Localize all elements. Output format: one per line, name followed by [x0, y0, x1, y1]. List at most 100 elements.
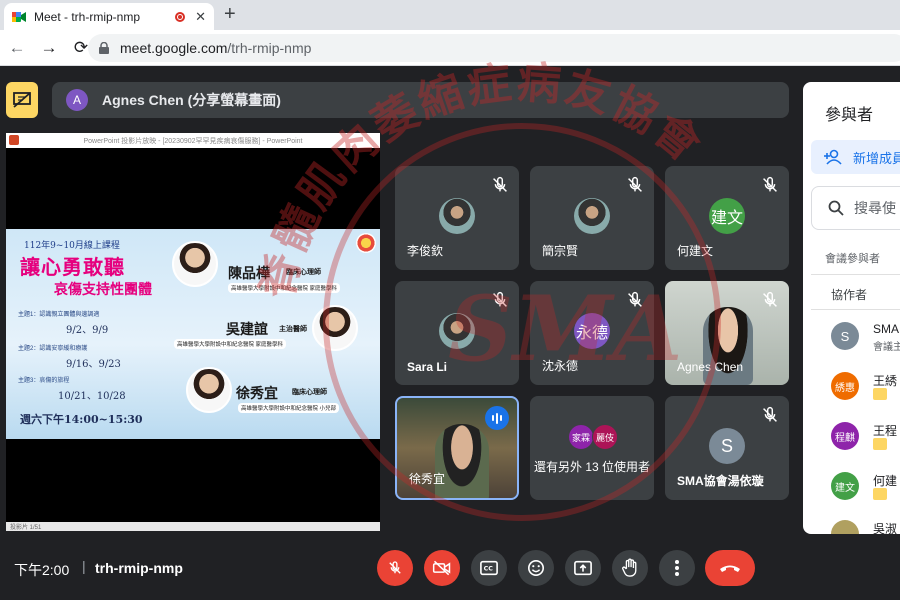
mic-toggle-button[interactable]	[377, 550, 413, 586]
lock-icon	[99, 42, 109, 54]
avatar: 綉惠	[831, 372, 859, 400]
meeting-time: 下午2:00	[14, 562, 70, 578]
browser-tab[interactable]: Meet - trh-rmip-nmp ✕	[4, 3, 214, 30]
speaker-role: 主治醫師	[279, 326, 307, 333]
avatar: 程麒	[831, 422, 859, 450]
slide-topic-2-dates: 9/16、9/23	[66, 359, 121, 370]
raise-hand-button[interactable]	[612, 550, 648, 586]
more-avatars: 家霖 麗伎	[568, 424, 618, 450]
section-label: 會議參與者	[825, 253, 880, 265]
camera-toggle-button[interactable]	[424, 550, 460, 586]
mic-off-icon	[763, 291, 777, 307]
avatar	[831, 520, 859, 534]
tab-title: Meet - trh-rmip-nmp	[34, 9, 141, 24]
back-arrow-icon[interactable]: ←	[2, 33, 32, 63]
speaker-org: 高雄醫學大學附設中和紀念醫院 家庭醫學科	[174, 339, 287, 349]
participant-name: 簡宗賢	[542, 244, 579, 258]
search-icon	[828, 200, 844, 216]
mic-off-icon	[493, 176, 507, 192]
present-screen-icon	[574, 560, 592, 576]
participant-video-tile[interactable]: 徐秀宜	[395, 396, 519, 500]
leave-call-button[interactable]	[705, 550, 755, 586]
speaker-name: 陳品樺	[228, 266, 270, 282]
slide-logo-icon	[356, 233, 376, 253]
participant-role: 會議主	[873, 342, 900, 353]
mic-off-icon	[493, 291, 507, 307]
search-participants-input[interactable]: 搜尋使	[811, 186, 900, 230]
ppt-window-title: PowerPoint 投影片放映 - [20230902罕罕見疾病哀傷服務] -…	[6, 133, 380, 148]
recording-indicator-icon	[175, 11, 186, 22]
presenting-icon	[873, 438, 887, 450]
more-options-button[interactable]	[659, 550, 695, 586]
mic-off-icon	[763, 406, 777, 422]
avatar: 家霖	[568, 424, 594, 450]
plus-icon[interactable]: +	[224, 3, 236, 26]
speaker-photo	[186, 367, 232, 413]
speaker-name: 徐秀宜	[236, 386, 278, 402]
browser-toolbar: ← → ⟳ meet.google.com/trh-rmip-nmp	[0, 30, 900, 66]
list-item[interactable]: 綉惠 王綉	[831, 366, 900, 406]
list-item[interactable]: 建文 何建	[831, 466, 900, 506]
browser-tab-bar: Meet - trh-rmip-nmp ✕ +	[0, 0, 900, 30]
tab-close-icon[interactable]: ✕	[195, 9, 206, 25]
participant-tile[interactable]: 建文 何建文	[665, 166, 789, 270]
avatar	[439, 198, 475, 234]
collaborators-header[interactable]: 協作者	[811, 274, 900, 310]
slide-subtitle: 哀傷支持性團體	[54, 282, 152, 298]
add-person-icon	[824, 149, 842, 165]
screen-share-off-icon	[13, 92, 31, 108]
presenter-avatar: A	[66, 89, 88, 111]
powerpoint-icon	[9, 135, 19, 145]
speaker-photo	[172, 241, 218, 287]
participant-name: 吳淑	[873, 522, 898, 534]
url-text: meet.google.com/trh-rmip-nmp	[120, 40, 312, 56]
participant-name: 何建文	[677, 244, 714, 258]
list-item[interactable]: S SMA 會議主	[831, 316, 900, 356]
more-participants-tile[interactable]: 家霖 麗伎 還有另外 13 位使用者	[530, 396, 654, 500]
speaker-role: 臨床心理師	[286, 269, 321, 276]
slide-title: 讓心勇敢聽	[20, 255, 125, 279]
slide-topic-1: 主題1：認識親立團體與邊調適	[18, 312, 100, 318]
shared-screen[interactable]: PowerPoint 投影片放映 - [20230902罕罕見疾病哀傷服務] -…	[6, 133, 380, 531]
emoji-icon	[527, 559, 545, 577]
presenter-bar: A Agnes Chen (分享螢幕畫面)	[52, 82, 789, 118]
closed-captions-icon: CC	[480, 560, 498, 576]
hand-icon	[622, 558, 637, 577]
captions-button[interactable]: CC	[471, 550, 507, 586]
more-vert-icon	[675, 560, 679, 576]
svg-text:CC: CC	[484, 566, 494, 573]
participant-name: 王程	[873, 424, 898, 438]
slide-date-line: 112年9~10月線上課程	[24, 241, 120, 251]
participant-video-tile[interactable]: Agnes Chen	[665, 281, 789, 385]
separator: |	[82, 558, 86, 574]
reactions-button[interactable]	[518, 550, 554, 586]
forward-arrow-icon[interactable]: →	[34, 33, 64, 63]
presentation-stop-icon[interactable]	[6, 82, 38, 118]
present-now-button[interactable]	[565, 550, 601, 586]
list-item[interactable]: 吳淑	[831, 514, 900, 534]
avatar: 建文	[709, 198, 745, 234]
ppt-status-bar: 投影片 1/51	[6, 522, 380, 531]
avatar	[574, 198, 610, 234]
participant-tile[interactable]: 簡宗賢	[530, 166, 654, 270]
speaker-org: 高雄醫學大學附設中和紀念醫院 家庭醫學科	[228, 283, 341, 293]
slide-time: 週六下午14:00~15:30	[20, 413, 143, 426]
presenting-icon	[873, 388, 887, 400]
participant-name: SMA	[873, 322, 900, 336]
speaker-org: 高雄醫學大學附設中和紀念醫院 小兒部	[238, 403, 340, 413]
speaker-name: 吳建誼	[226, 322, 268, 338]
participant-name: 王綉	[873, 374, 898, 388]
list-item[interactable]: 程麒 王程	[831, 416, 900, 456]
slide-topic-3-dates: 10/21、10/28	[58, 391, 126, 402]
participant-tile[interactable]: S SMA協會湯依璇	[665, 396, 789, 500]
avatar: S	[831, 322, 859, 350]
participant-tile[interactable]: 永德 沈永德	[530, 281, 654, 385]
participant-name: 沈永德	[542, 359, 579, 373]
participant-tile[interactable]: Sara Li	[395, 281, 519, 385]
speaker-photo	[312, 305, 358, 351]
address-bar[interactable]: meet.google.com/trh-rmip-nmp	[88, 34, 900, 62]
participant-tile[interactable]: 李俊欽	[395, 166, 519, 270]
hang-up-icon	[720, 565, 740, 572]
slide: 112年9~10月線上課程 讓心勇敢聽 哀傷支持性團體 主題1：認識親立團體與邊…	[6, 229, 380, 439]
add-people-button[interactable]: 新增成員	[811, 140, 900, 174]
